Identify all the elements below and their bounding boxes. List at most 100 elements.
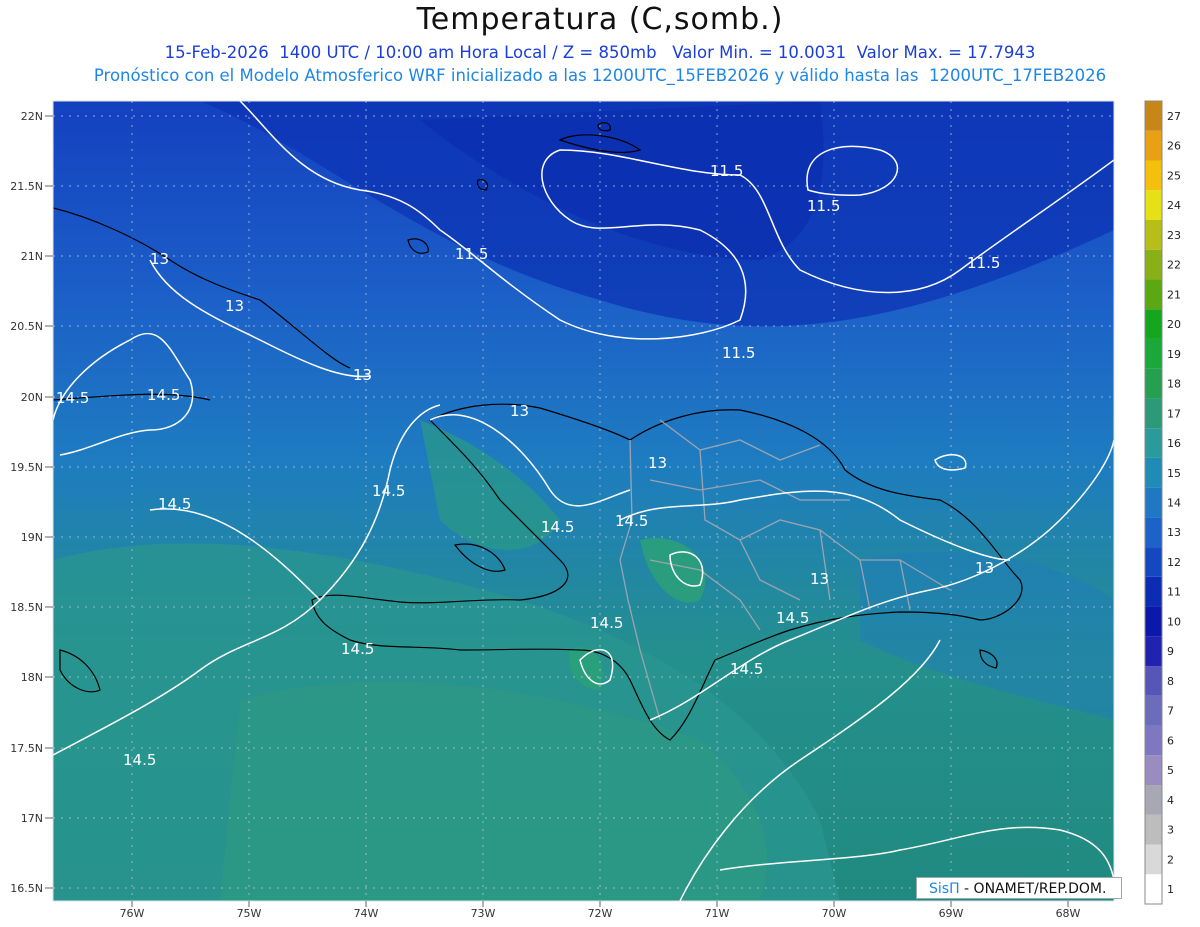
colorbar-label: 26	[1167, 140, 1181, 153]
colorbar-label: 6	[1167, 734, 1174, 747]
colorbar-swatch	[1145, 666, 1162, 696]
brand-text: SisΠ	[929, 881, 960, 897]
temperature-shading	[53, 101, 1114, 901]
contour-label: 11.5	[710, 162, 743, 180]
colorbar-swatch	[1145, 606, 1162, 637]
colorbar-swatch	[1145, 636, 1162, 667]
colorbar-label: 3	[1167, 824, 1174, 837]
lat-label: 21N	[21, 250, 43, 263]
colorbar-label: 21	[1167, 288, 1181, 301]
colorbar-label: 19	[1167, 348, 1181, 361]
contour-label: 14.5	[776, 609, 809, 627]
lat-label: 17N	[21, 812, 43, 825]
lon-label: 76W	[120, 907, 145, 920]
contour-label: 11.5	[722, 344, 755, 362]
colorbar-label: 10	[1167, 615, 1181, 628]
colorbar-swatch	[1145, 874, 1162, 904]
colorbar-swatch	[1145, 398, 1162, 429]
contour-label: 14.5	[541, 518, 574, 536]
lat-label: 18N	[21, 671, 43, 684]
lat-label: 21.5N	[10, 180, 43, 193]
lon-label: 74W	[354, 907, 379, 920]
lat-label: 19N	[21, 531, 43, 544]
colorbar-swatch	[1145, 547, 1162, 577]
contour-label: 14.5	[730, 660, 763, 678]
lat-label: 17.5N	[10, 742, 43, 755]
contour-label: 14.5	[123, 751, 156, 769]
colorbar-swatch	[1145, 576, 1162, 607]
colorbar-label: 20	[1167, 318, 1181, 331]
colorbar-swatch	[1145, 725, 1162, 756]
colorbar-label: 18	[1167, 378, 1181, 391]
colorbar: 1234567891011121314151617181920212223242…	[1144, 100, 1181, 905]
contour-label: 13	[810, 570, 829, 588]
lon-label: 70W	[822, 907, 847, 920]
colorbar-label: 24	[1167, 199, 1181, 212]
colorbar-label: 9	[1167, 645, 1174, 658]
colorbar-label: 2	[1167, 853, 1174, 866]
colorbar-swatch	[1145, 695, 1162, 726]
colorbar-swatch	[1145, 844, 1162, 875]
colorbar-swatch	[1145, 219, 1162, 250]
colorbar-label: 17	[1167, 407, 1181, 420]
colorbar-swatch	[1145, 368, 1162, 399]
contour-label: 13	[648, 454, 667, 472]
lat-label: 20.5N	[10, 320, 43, 333]
colorbar-swatch	[1145, 249, 1162, 280]
contour-label: 11.5	[455, 245, 488, 263]
colorbar-label: 1	[1167, 883, 1174, 896]
contour-label: 13	[975, 559, 994, 577]
contour-label: 14.5	[147, 386, 180, 404]
contour-label: 14.5	[158, 495, 191, 513]
lon-label: 75W	[237, 907, 262, 920]
lon-label: 73W	[471, 907, 496, 920]
colorbar-label: 14	[1167, 497, 1181, 510]
latitude-axis: 22N 21.5N 21N 20.5N 20N 19.5N 19N 18.5N …	[10, 110, 43, 895]
contour-label: 11.5	[967, 254, 1000, 272]
colorbar-label: 8	[1167, 675, 1174, 688]
colorbar-swatch	[1145, 517, 1162, 548]
colorbar-label: 27	[1167, 110, 1181, 123]
colorbar-swatch	[1145, 457, 1162, 488]
lon-label: 69W	[939, 907, 964, 920]
contour-label: 14.5	[590, 614, 623, 632]
contour-label: 13	[353, 366, 372, 384]
colorbar-label: 16	[1167, 437, 1181, 450]
contour-label: 14.5	[56, 389, 89, 407]
colorbar-swatch	[1145, 338, 1162, 369]
contour-label: 13	[150, 250, 169, 268]
colorbar-label: 25	[1167, 169, 1181, 182]
lat-label: 20N	[21, 391, 43, 404]
colorbar-swatch	[1145, 101, 1162, 131]
colorbar-swatch	[1145, 428, 1162, 458]
colorbar-label: 5	[1167, 764, 1174, 777]
colorbar-label: 22	[1167, 259, 1181, 272]
colorbar-swatch	[1145, 309, 1162, 339]
longitude-ticks	[131, 901, 1069, 907]
colorbar-swatch	[1145, 755, 1162, 786]
colorbar-swatch	[1145, 130, 1162, 161]
colorbar-swatch	[1145, 814, 1162, 845]
colorbar-swatch	[1145, 487, 1162, 518]
colorbar-swatch	[1145, 160, 1162, 191]
colorbar-label: 7	[1167, 705, 1174, 718]
colorbar-label: 13	[1167, 526, 1181, 539]
colorbar-swatch	[1145, 785, 1162, 815]
longitude-axis: 76W 75W 74W 73W 72W 71W 70W 69W 68W	[120, 907, 1081, 920]
colorbar-label: 12	[1167, 556, 1181, 569]
contour-label: 11.5	[807, 197, 840, 215]
lat-label: 18.5N	[10, 601, 43, 614]
map-figure: 11.5 11.5 11.5 11.5 11.5 13 13 13 13 13 …	[10, 100, 1181, 920]
lat-label: 19.5N	[10, 461, 43, 474]
credit-text: - ONAMET/REP.DOM.	[959, 881, 1107, 897]
colorbar-label: 11	[1167, 586, 1181, 599]
lat-label: 16.5N	[10, 882, 43, 895]
contour-label: 13	[510, 402, 529, 420]
colorbar-label: 4	[1167, 794, 1174, 807]
colorbar-label: 15	[1167, 467, 1181, 480]
lat-label: 22N	[21, 110, 43, 123]
colorbar-swatch	[1145, 279, 1162, 310]
contour-label: 13	[225, 297, 244, 315]
colorbar-swatch	[1145, 190, 1162, 220]
contour-label: 14.5	[615, 512, 648, 530]
